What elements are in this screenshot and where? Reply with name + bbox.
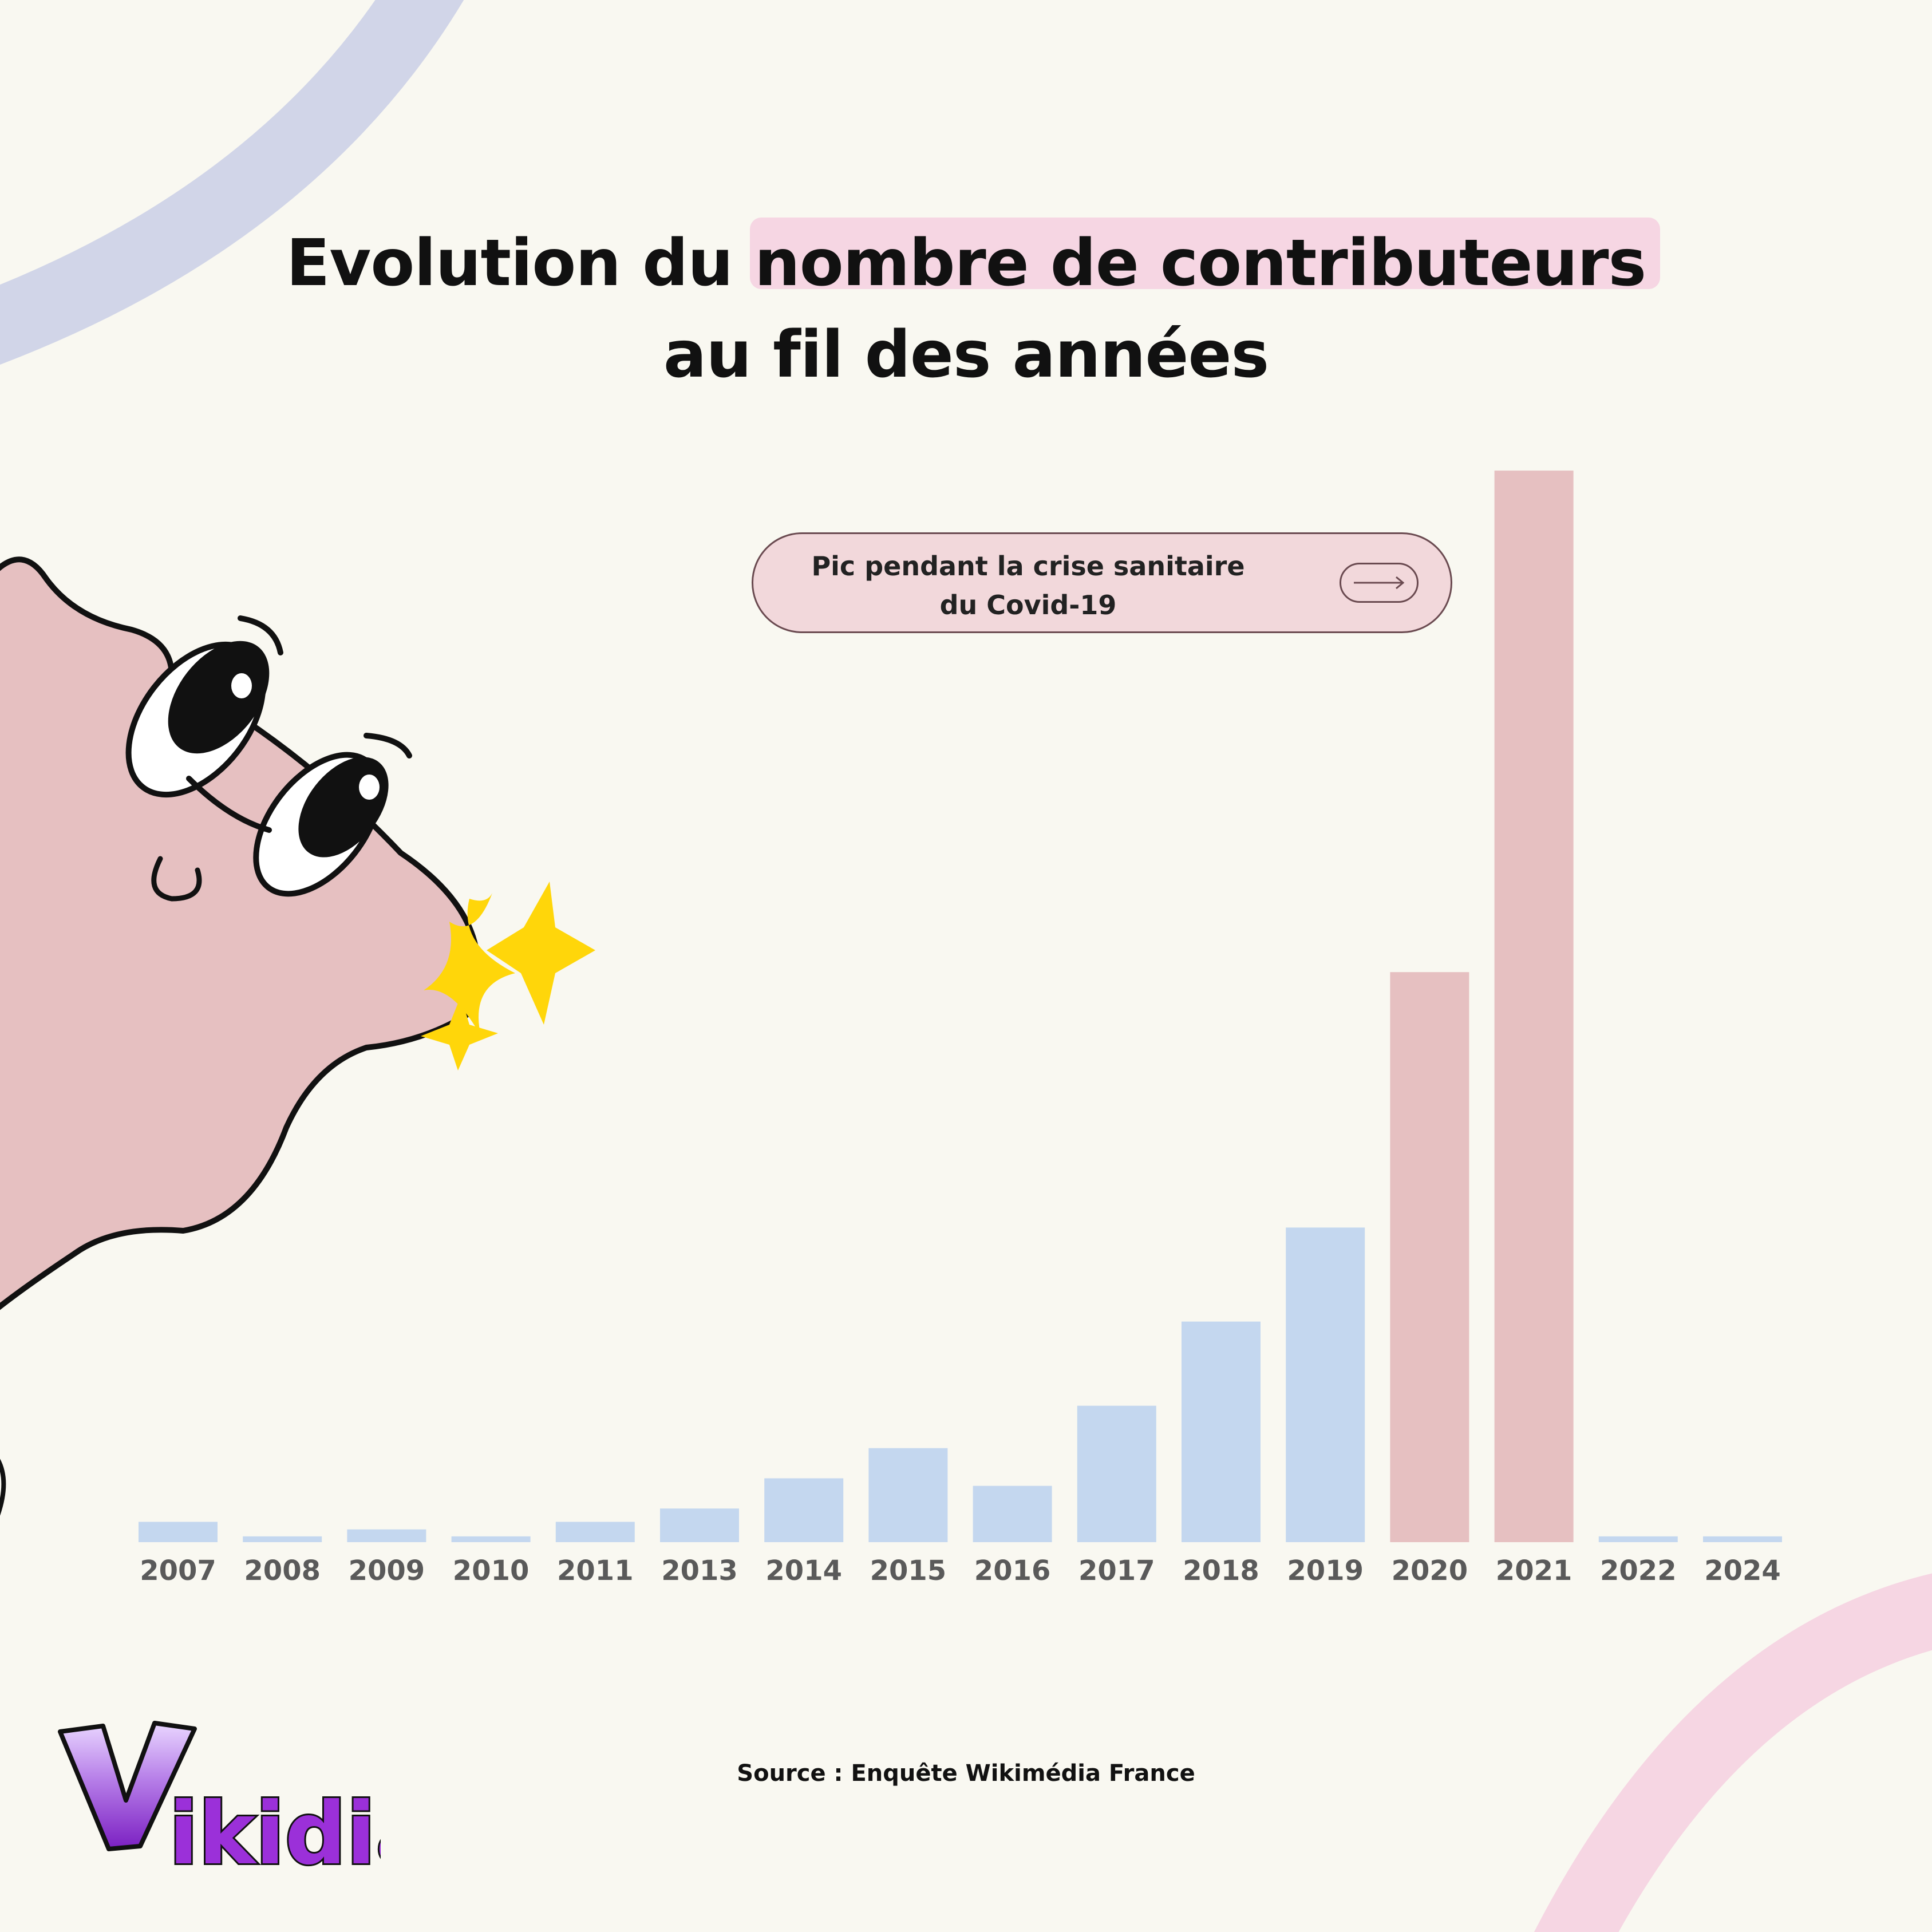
bar-2018 — [1182, 1321, 1261, 1542]
x-tick-label: 2013 — [661, 1555, 738, 1587]
bar-2022 — [1598, 1536, 1678, 1542]
bar-2021 — [1494, 471, 1574, 1543]
x-tick-label: 2017 — [1078, 1555, 1155, 1587]
bar-2007 — [139, 1522, 218, 1542]
bar-2011 — [555, 1522, 635, 1542]
bar-2020 — [1390, 972, 1469, 1542]
x-tick-label: 2009 — [349, 1555, 425, 1587]
vikidia-logo: ikidia — [58, 1721, 381, 1880]
bar-2016 — [973, 1485, 1052, 1542]
bar-2013 — [660, 1508, 739, 1542]
x-tick-label: 2015 — [870, 1555, 947, 1587]
bar-chart: 2007 2008 2009 2010 2011 2013 2014 2015 2016 2017… — [139, 471, 1782, 1587]
bar-2009 — [347, 1529, 426, 1542]
svg-text:ikidia: ikidia — [169, 1784, 381, 1880]
x-tick-label: 2022 — [1600, 1555, 1677, 1587]
x-tick-label: 2021 — [1496, 1555, 1573, 1587]
x-tick-label: 2007 — [140, 1555, 216, 1587]
x-tick-label: 2010 — [453, 1555, 530, 1587]
x-tick-label: 2024 — [1704, 1555, 1781, 1587]
bar-2010 — [451, 1536, 531, 1542]
bar-2024 — [1703, 1536, 1782, 1542]
arrow-right-icon — [1340, 563, 1419, 603]
callout-text: Pic pendant la crise sanitaire du Covid-… — [811, 551, 1245, 621]
x-tick-label: 2019 — [1287, 1555, 1364, 1587]
x-tick-label: 2020 — [1392, 1555, 1468, 1587]
bar-2015 — [868, 1448, 948, 1542]
bar-2019 — [1286, 1227, 1365, 1542]
covid-callout: Pic pendant la crise sanitaire du Covid-… — [752, 532, 1452, 633]
x-tick-label: 2008 — [244, 1555, 321, 1587]
bar-2017 — [1077, 1405, 1156, 1542]
x-tick-label: 2011 — [557, 1555, 634, 1587]
x-tick-label: 2014 — [765, 1555, 842, 1587]
x-tick-label: 2018 — [1183, 1555, 1259, 1587]
x-tick-label: 2016 — [974, 1555, 1051, 1587]
bar-2008 — [243, 1536, 322, 1542]
bar-2014 — [764, 1478, 844, 1542]
